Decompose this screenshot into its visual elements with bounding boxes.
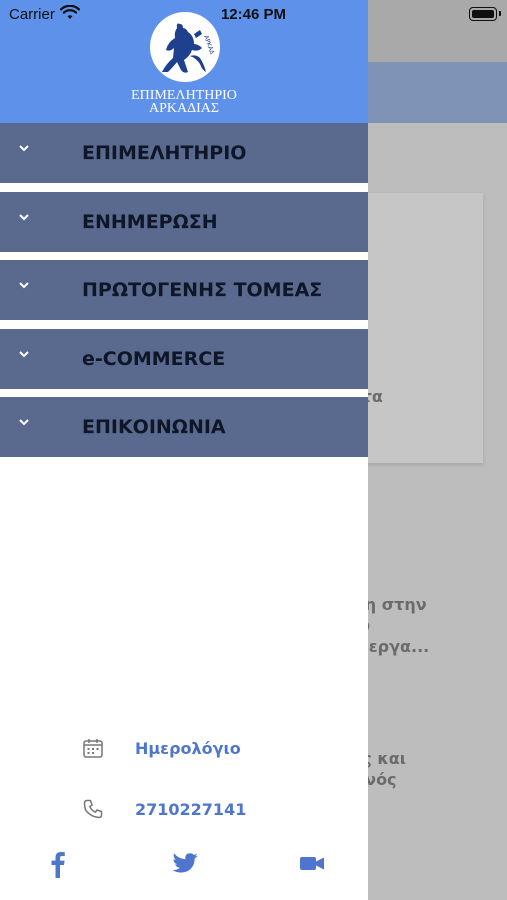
calendar-icon — [83, 739, 103, 758]
phone-link[interactable]: 2710227141 — [0, 798, 368, 828]
chevron-down-icon — [17, 277, 31, 296]
menu-item-epimelitirio[interactable]: ΕΠΙΜΕΛΗΤΗΡΙΟ — [0, 123, 368, 183]
status-time: 12:46 PM — [220, 6, 287, 23]
logo-title-line-2: ΑΡΚΑΔΙΑΣ — [148, 101, 220, 116]
navigation-drawer: ΑΡΚΑΔ ΕΠΙΜΕΛΗΤΗΡΙΟ ΑΡΚΑΔΙΑΣ ΕΠΙΜΕΛΗΤΗΡΙΟ… — [0, 0, 368, 900]
status-bar: Carrier 12:46 PM — [0, 0, 507, 28]
chevron-down-icon — [17, 414, 31, 433]
phone-icon — [83, 799, 103, 819]
menu-item-epikoinonia[interactable]: ΕΠΙΚΟΙΝΩΝΙΑ — [0, 397, 368, 457]
menu-item-label: ΕΠΙΜΕΛΗΤΗΡΙΟ — [82, 142, 247, 164]
chevron-down-icon — [17, 346, 31, 365]
facebook-icon[interactable] — [44, 848, 72, 878]
battery-icon — [469, 7, 501, 21]
twitter-icon[interactable] — [170, 848, 200, 878]
menu-item-e-commerce[interactable]: e-COMMERCE — [0, 329, 368, 389]
menu-item-label: ΕΠΙΚΟΙΝΩΝΙΑ — [82, 416, 226, 438]
menu-item-label: ΠΡΩΤΟΓΕΝΗΣ ΤΟΜΕΑΣ — [82, 279, 323, 301]
calendar-link[interactable]: Ημερολόγιο — [0, 737, 368, 767]
menu-item-protogenis-tomeas[interactable]: ΠΡΩΤΟΓΕΝΗΣ ΤΟΜΕΑΣ — [0, 260, 368, 320]
menu-item-label: e-COMMERCE — [82, 348, 226, 370]
menu-item-enimerosi[interactable]: ΕΝΗΜΕΡΩΣΗ — [0, 192, 368, 252]
calendar-label: Ημερολόγιο — [135, 739, 241, 758]
video-icon[interactable] — [298, 848, 326, 878]
chevron-down-icon — [17, 140, 31, 159]
menu-item-label: ΕΝΗΜΕΡΩΣΗ — [82, 211, 218, 233]
chevron-down-icon — [17, 209, 31, 228]
phone-number-label: 2710227141 — [135, 800, 247, 819]
